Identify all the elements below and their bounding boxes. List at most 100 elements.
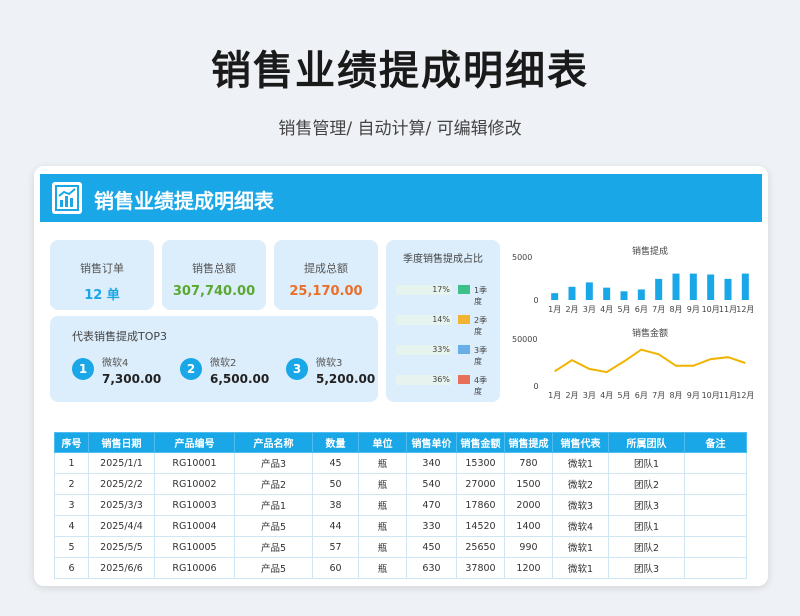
table-cell[interactable]: 产品2 (234, 473, 313, 495)
table-cell[interactable]: 团队3 (608, 494, 685, 516)
quarter-row: 14% 2季度 (396, 314, 494, 336)
table-row[interactable]: 5 2025/5/5 RG10005 产品5 57 瓶 450 25650 990 微软1 团队2 (54, 536, 747, 558)
table-cell[interactable]: 产品1 (234, 494, 313, 516)
table-row[interactable]: 2 2025/2/2 RG10002 产品2 50 瓶 540 27000 1500 微软2 团队2 (54, 473, 747, 495)
table-cell[interactable]: 60 (312, 557, 359, 579)
column-header[interactable]: 单位 (358, 432, 407, 453)
table-cell[interactable]: 产品3 (234, 452, 313, 474)
table-cell[interactable]: 2025/3/3 (88, 494, 155, 516)
column-header[interactable]: 备注 (684, 432, 747, 453)
table-cell[interactable]: 1400 (504, 515, 553, 537)
table-cell[interactable]: 瓶 (358, 536, 407, 558)
table-cell[interactable]: 瓶 (358, 515, 407, 537)
table-cell[interactable]: 2025/2/2 (88, 473, 155, 495)
table-cell[interactable]: 780 (504, 452, 553, 474)
table-cell[interactable]: 50 (312, 473, 359, 495)
column-header[interactable]: 销售日期 (88, 432, 155, 453)
column-header[interactable]: 序号 (54, 432, 89, 453)
table-cell[interactable] (684, 515, 747, 537)
table-cell[interactable]: 瓶 (358, 473, 407, 495)
quarter-share-panel: 季度销售提成占比 17% 1季度 14% 2季度 33% 3季度 36% 4季度 (386, 240, 500, 402)
column-header[interactable]: 产品名称 (234, 432, 313, 453)
table-cell[interactable]: 45 (312, 452, 359, 474)
table-cell[interactable]: 1200 (504, 557, 553, 579)
column-header[interactable]: 销售提成 (504, 432, 553, 453)
table-cell[interactable]: 37800 (456, 557, 505, 579)
table-cell[interactable]: 微软1 (552, 452, 609, 474)
table-cell[interactable]: 330 (406, 515, 457, 537)
table-cell[interactable]: 团队2 (608, 536, 685, 558)
table-cell[interactable]: RG10005 (154, 536, 235, 558)
table-cell[interactable]: 14520 (456, 515, 505, 537)
table-cell[interactable]: 团队2 (608, 473, 685, 495)
table-cell[interactable]: 1500 (504, 473, 553, 495)
column-header[interactable]: 销售代表 (552, 432, 609, 453)
column-header[interactable]: 产品编号 (154, 432, 235, 453)
table-cell[interactable]: 微软1 (552, 536, 609, 558)
table-cell[interactable] (684, 557, 747, 579)
table-cell[interactable]: 微软1 (552, 557, 609, 579)
table-cell[interactable]: 6 (54, 557, 89, 579)
table-cell[interactable]: 15300 (456, 452, 505, 474)
table-cell[interactable] (684, 494, 747, 516)
table-cell[interactable]: 2 (54, 473, 89, 495)
table-cell[interactable]: 团队3 (608, 557, 685, 579)
table-cell[interactable]: RG10004 (154, 515, 235, 537)
table-row[interactable]: 1 2025/1/1 RG10001 产品3 45 瓶 340 15300 780 微软1 团队1 (54, 452, 747, 474)
table-cell[interactable]: 340 (406, 452, 457, 474)
table-cell[interactable]: 990 (504, 536, 553, 558)
quarter-label: 4季度 (474, 376, 488, 396)
chart-title: 销售提成 (632, 245, 668, 257)
bar-mark (551, 293, 559, 300)
table-cell[interactable]: 57 (312, 536, 359, 558)
table-cell[interactable]: 2025/6/6 (88, 557, 155, 579)
table-body: 1 2025/1/1 RG10001 产品3 45 瓶 340 15300 780 微软1 团队1 2… (54, 452, 747, 579)
table-cell[interactable]: 25650 (456, 536, 505, 558)
table-cell[interactable]: 1 (54, 452, 89, 474)
table-cell[interactable]: 2025/1/1 (88, 452, 155, 474)
table-cell[interactable]: 2025/4/4 (88, 515, 155, 537)
table-cell[interactable]: 2025/5/5 (88, 536, 155, 558)
table-cell[interactable]: 27000 (456, 473, 505, 495)
table-cell[interactable]: 瓶 (358, 494, 407, 516)
table-cell[interactable]: 产品5 (234, 536, 313, 558)
table-cell[interactable]: 44 (312, 515, 359, 537)
table-cell[interactable]: 团队1 (608, 452, 685, 474)
x-tick-label: 3月 (583, 391, 596, 400)
table-cell[interactable] (684, 452, 747, 474)
column-header[interactable]: 销售单价 (406, 432, 457, 453)
table-cell[interactable]: 630 (406, 557, 457, 579)
table-cell[interactable]: RG10003 (154, 494, 235, 516)
table-cell[interactable]: 5 (54, 536, 89, 558)
table-cell[interactable]: 4 (54, 515, 89, 537)
table-row[interactable]: 4 2025/4/4 RG10004 产品5 44 瓶 330 14520 1400 微软4 团队1 (54, 515, 747, 537)
table-cell[interactable]: 微软3 (552, 494, 609, 516)
column-header[interactable]: 销售金额 (456, 432, 505, 453)
table-row[interactable]: 6 2025/6/6 RG10006 产品5 60 瓶 630 37800 1200 微软1 团队3 (54, 557, 747, 579)
table-cell[interactable] (684, 473, 747, 495)
table-cell[interactable]: 2000 (504, 494, 553, 516)
table-cell[interactable]: 540 (406, 473, 457, 495)
table-cell[interactable]: RG10002 (154, 473, 235, 495)
table-cell[interactable]: 3 (54, 494, 89, 516)
table-cell[interactable]: 微软2 (552, 473, 609, 495)
table-cell[interactable]: 瓶 (358, 557, 407, 579)
rank-badge: 3 (286, 358, 308, 380)
table-cell[interactable]: 产品5 (234, 515, 313, 537)
table-cell[interactable]: 450 (406, 536, 457, 558)
table-cell[interactable]: 团队1 (608, 515, 685, 537)
table-cell[interactable]: 产品5 (234, 557, 313, 579)
table-row[interactable]: 3 2025/3/3 RG10003 产品1 38 瓶 470 17860 2000 微软3 团队3 (54, 494, 747, 516)
table-cell[interactable]: RG10006 (154, 557, 235, 579)
table-cell[interactable]: 38 (312, 494, 359, 516)
table-cell[interactable]: 微软4 (552, 515, 609, 537)
table-cell[interactable]: 17860 (456, 494, 505, 516)
x-tick-label: 9月 (687, 391, 700, 400)
table-cell[interactable]: 470 (406, 494, 457, 516)
rank-badge: 2 (180, 358, 202, 380)
column-header[interactable]: 数量 (312, 432, 359, 453)
table-cell[interactable]: 瓶 (358, 452, 407, 474)
column-header[interactable]: 所属团队 (608, 432, 685, 453)
table-cell[interactable]: RG10001 (154, 452, 235, 474)
table-cell[interactable] (684, 536, 747, 558)
